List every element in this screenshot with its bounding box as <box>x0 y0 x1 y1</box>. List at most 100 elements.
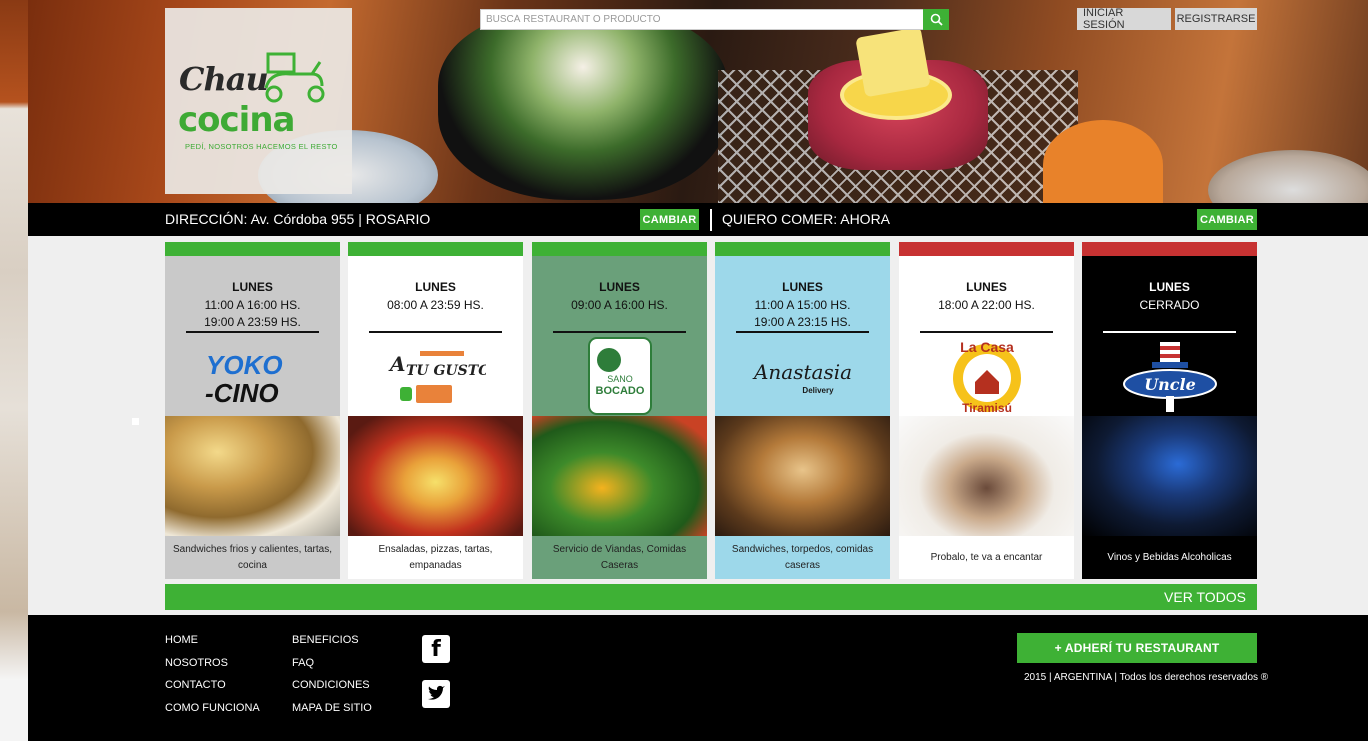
twitter-icon <box>428 685 445 700</box>
logo-word-cocina: cocina <box>178 100 295 140</box>
left-background-strip <box>0 0 28 680</box>
status-bar <box>899 242 1074 256</box>
logo-tagline: PEDÍ, NOSOTROS HACEMOS EL RESTO <box>185 142 338 151</box>
card-divider <box>920 331 1053 333</box>
twitter-link[interactable] <box>422 680 450 708</box>
page: Chau cocina PEDÍ, NOSOTROS HACEMOS EL RE… <box>0 0 1368 741</box>
site-logo[interactable]: Chau cocina PEDÍ, NOSOTROS HACEMOS EL RE… <box>165 8 352 194</box>
sano-bocado-logo: SANO BOCADO <box>587 337 652 415</box>
join-restaurant-button[interactable]: + ADHERÍ TU RESTAURANT <box>1017 633 1257 663</box>
card-header: LUNES 18:00 A 22:00 HS. La Casa Tiramisú <box>899 256 1074 416</box>
address-bar: DIRECCIÓN: Av. Córdoba 955 | ROSARIO CAM… <box>28 203 1368 236</box>
svg-text:Tiramisú: Tiramisú <box>962 401 1012 415</box>
restaurant-card-sano-bocado[interactable]: LUNES 09:00 A 16:00 HS. SANO BOCADO Serv… <box>532 242 707 579</box>
card-header: LUNES 11:00 A 15:00 HS. 19:00 A 23:15 HS… <box>715 256 890 416</box>
card-divider <box>1103 331 1236 333</box>
facebook-link[interactable]: f <box>422 635 450 663</box>
login-button[interactable]: INICIAR SESIÓN <box>1077 7 1171 31</box>
card-day: LUNES <box>966 280 1007 294</box>
card-divider <box>369 331 502 333</box>
card-hours: 08:00 A 23:59 HS. <box>387 298 484 312</box>
delivery-time: QUIERO COMER: AHORA <box>722 211 891 227</box>
footer: HOME NOSOTROS CONTACTO COMO FUNCIONA BEN… <box>28 615 1368 741</box>
restaurant-card-uncle-sam[interactable]: LUNES CERRADO Uncle Vinos y Bebidas Alco… <box>1082 242 1257 579</box>
svg-text:A: A <box>388 352 406 376</box>
uncle-sam-logo: Uncle <box>1122 342 1217 412</box>
change-address-button[interactable]: CAMBIAR <box>640 209 699 230</box>
footer-link-home[interactable]: HOME <box>165 634 198 646</box>
change-time-button[interactable]: CAMBIAR <box>1197 209 1257 230</box>
card-hours: 18:00 A 22:00 HS. <box>938 298 1035 312</box>
copyright: 2015 | ARGENTINA | Todos los derechos re… <box>1024 672 1269 683</box>
restaurant-card-yokocino[interactable]: LUNES 11:00 A 16:00 HS. 19:00 A 23:59 HS… <box>165 242 340 579</box>
restaurant-card-la-casa-del-tiramisu[interactable]: LUNES 18:00 A 22:00 HS. La Casa Tiramisú… <box>899 242 1074 579</box>
food-photo-chicken <box>715 416 890 536</box>
food-photo-quiche <box>165 416 340 536</box>
card-header: LUNES 09:00 A 16:00 HS. SANO BOCADO <box>532 256 707 416</box>
hero-bowl <box>438 10 728 200</box>
restaurant-logo: SANO BOCADO <box>552 337 687 415</box>
view-all-label: VER TODOS <box>1164 589 1246 605</box>
address-separator <box>710 209 712 231</box>
footer-link-contacto[interactable]: CONTACTO <box>165 679 226 691</box>
card-status: CERRADO <box>1139 298 1200 312</box>
svg-text:BOCADO: BOCADO <box>595 385 644 397</box>
search-input[interactable] <box>480 9 923 30</box>
card-day: LUNES <box>232 280 273 294</box>
card-hours: 11:00 A 15:00 HS. 19:00 A 23:15 HS. <box>754 298 851 329</box>
card-description: Servicio de Viandas, Comidas Caseras <box>532 536 707 579</box>
tiramisu-logo: La Casa Tiramisú <box>952 339 1021 415</box>
card-description: Probalo, te va a encantar <box>899 536 1074 579</box>
card-day: LUNES <box>599 280 640 294</box>
svg-text:Anastasia: Anastasia <box>751 360 851 384</box>
restaurant-logo: A TU GUSTO ! <box>368 340 503 412</box>
search-icon <box>930 13 943 26</box>
svg-text:Delivery: Delivery <box>802 386 834 395</box>
status-bar <box>532 242 707 256</box>
footer-link-nosotros[interactable]: NOSOTROS <box>165 657 228 669</box>
footer-link-faq[interactable]: FAQ <box>292 657 314 669</box>
svg-text:Uncle: Uncle <box>1144 375 1196 394</box>
left-background-strip-bottom <box>0 680 28 741</box>
food-photo-tiramisu <box>899 416 1074 536</box>
anastasia-logo: Anastasia Delivery <box>751 360 851 395</box>
restaurant-logo: La Casa Tiramisú <box>919 339 1054 415</box>
food-photo-pizza <box>348 416 523 536</box>
card-header: LUNES CERRADO Uncle <box>1082 256 1257 416</box>
card-day: LUNES <box>415 280 456 294</box>
svg-text:La Casa: La Casa <box>960 339 1014 355</box>
card-day: LUNES <box>1149 280 1190 294</box>
logo-word-chau: Chau <box>179 60 269 98</box>
card-header: LUNES 08:00 A 23:59 HS. A TU GUSTO ! <box>348 256 523 416</box>
card-hours: 09:00 A 16:00 HS. <box>571 298 668 312</box>
delivery-address: DIRECCIÓN: Av. Córdoba 955 | ROSARIO <box>165 211 431 227</box>
status-bar <box>348 242 523 256</box>
footer-link-como-funciona[interactable]: COMO FUNCIONA <box>165 702 260 714</box>
restaurant-card-anastasia[interactable]: LUNES 11:00 A 15:00 HS. 19:00 A 23:15 HS… <box>715 242 890 579</box>
svg-text:TU GUSTO !: TU GUSTO ! <box>406 363 486 379</box>
carousel-dot[interactable] <box>132 418 139 425</box>
restaurant-logo: Anastasia Delivery <box>735 340 870 412</box>
card-description: Sandwiches frios y calientes, tartas, co… <box>165 536 340 579</box>
footer-link-mapa-de-sitio[interactable]: MAPA DE SITIO <box>292 702 372 714</box>
card-description: Ensaladas, pizzas, tartas, empanadas <box>348 536 523 579</box>
search-bar <box>480 9 949 30</box>
food-photo-bar <box>1082 416 1257 536</box>
register-button[interactable]: REGISTRARSE <box>1175 8 1257 30</box>
footer-link-condiciones[interactable]: CONDICIONES <box>292 679 370 691</box>
card-divider <box>553 331 686 333</box>
card-hours: 11:00 A 16:00 HS. 19:00 A 23:59 HS. <box>204 298 301 329</box>
hero-butter <box>855 26 931 98</box>
yokocino-logo: YOKO -CINO <box>205 350 283 406</box>
search-button[interactable] <box>923 9 949 30</box>
view-all-button[interactable]: VER TODOS <box>165 584 1257 610</box>
hero-pumpkin <box>1043 120 1163 203</box>
restaurant-logo: Uncle <box>1102 340 1237 412</box>
restaurant-card-a-tu-gusto[interactable]: LUNES 08:00 A 23:59 HS. A TU GUSTO ! Ens… <box>348 242 523 579</box>
footer-link-beneficios[interactable]: BENEFICIOS <box>292 634 359 646</box>
status-bar <box>1082 242 1257 256</box>
food-photo-vegetables <box>532 416 707 536</box>
status-bar <box>165 242 340 256</box>
card-day: LUNES <box>782 280 823 294</box>
a-tu-gusto-logo: A TU GUSTO ! <box>388 351 486 403</box>
